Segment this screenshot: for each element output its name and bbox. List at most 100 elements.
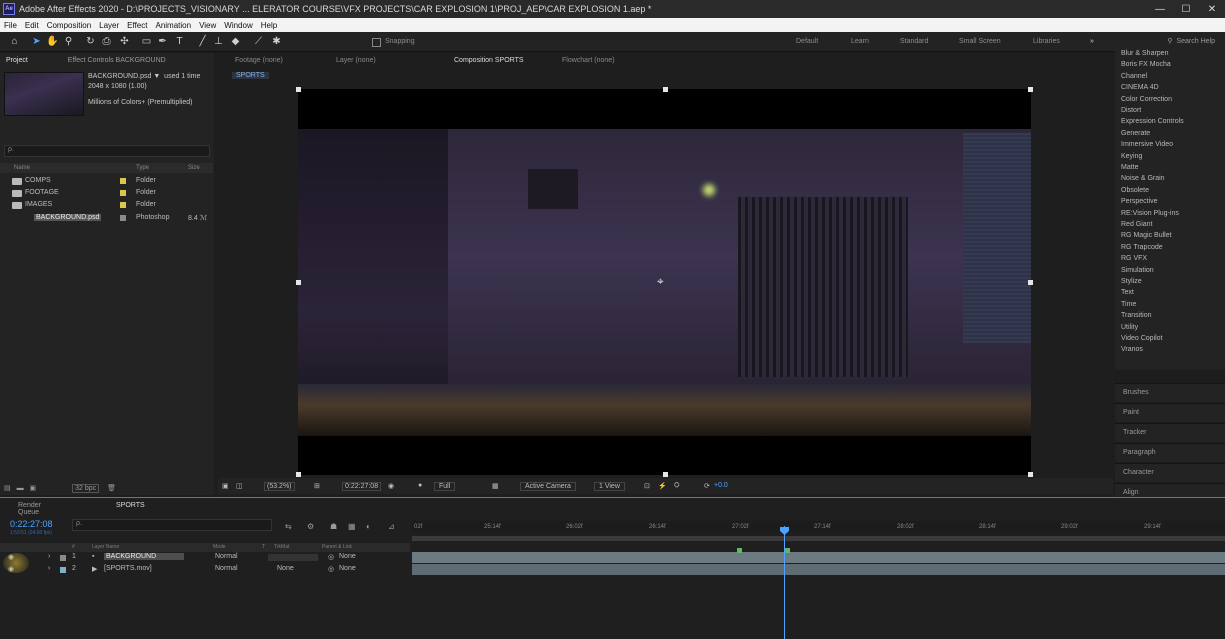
toggle-pixel-icon[interactable]: ⊡ — [644, 482, 650, 490]
menu-window[interactable]: Window — [220, 21, 256, 30]
effect-category[interactable]: Distort — [1121, 107, 1141, 114]
tab-effect-controls[interactable]: Effect Controls BACKGROUND — [62, 57, 172, 64]
effect-category[interactable]: Immersive Video — [1121, 141, 1173, 148]
column-parent[interactable]: Parent & Link — [322, 544, 352, 550]
tab-flowchart[interactable]: Flowchart (none) — [562, 57, 615, 64]
anchor-point-icon[interactable]: ⌖ — [657, 274, 664, 289]
effect-category[interactable]: Simulation — [1121, 267, 1154, 274]
shy-layers-icon[interactable]: ☗ — [330, 522, 337, 531]
composition-viewer[interactable] — [298, 89, 1031, 475]
effect-category[interactable]: Keying — [1121, 153, 1142, 160]
flowchart-icon[interactable]: ⛭ — [674, 482, 680, 490]
layer-bar-sports[interactable] — [412, 564, 1225, 575]
effect-category[interactable]: Perspective — [1121, 198, 1158, 205]
effect-category[interactable]: Blur & Sharpen — [1121, 50, 1168, 57]
pickwhip-icon[interactable]: ◎ — [328, 553, 334, 561]
bit-depth-button[interactable]: 32 bpc — [72, 484, 100, 493]
graph-editor-icon[interactable]: ⊿ — [388, 522, 395, 531]
zoom-tool-icon[interactable]: ⚲ — [62, 35, 75, 48]
menu-composition[interactable]: Composition — [43, 21, 95, 30]
draft-3d-icon[interactable]: ⚙ — [307, 522, 314, 531]
effect-category[interactable]: Red Giant — [1121, 221, 1153, 228]
home-icon[interactable]: ⌂ — [8, 35, 21, 48]
panel-character[interactable]: Character — [1115, 463, 1225, 482]
rectangle-tool-icon[interactable]: ▭ — [140, 35, 153, 48]
brush-tool-icon[interactable]: ╱ — [196, 35, 209, 48]
clone-stamp-tool-icon[interactable]: ⊥ — [212, 35, 225, 48]
expand-arrow-icon[interactable]: › — [48, 553, 50, 560]
eraser-tool-icon[interactable]: ◆ — [229, 35, 242, 48]
menu-animation[interactable]: Animation — [151, 21, 195, 30]
layer-row-background[interactable]: ◉ › 1 ▪ BACKGROUND Normal ◎ None — [0, 552, 410, 563]
work-area-bar[interactable] — [412, 536, 1225, 541]
effect-category[interactable]: Utility — [1121, 324, 1138, 331]
effect-category[interactable]: Expression Controls — [1121, 118, 1184, 125]
panel-brushes[interactable]: Brushes — [1115, 383, 1225, 402]
frame-blending-icon[interactable]: ▦ — [348, 522, 356, 531]
current-timecode[interactable]: 0:22:27:08 — [10, 519, 53, 529]
label-color-swatch[interactable] — [120, 190, 126, 196]
effect-category[interactable]: RG VFX — [1121, 255, 1147, 262]
time-ruler[interactable]: 02f 25:14f 26:02f 26:14f 27:02f 27:14f 2… — [412, 521, 1225, 533]
parent-dropdown[interactable]: None — [339, 553, 356, 560]
layer-name[interactable]: [SPORTS.mov] — [104, 565, 152, 572]
zoom-dropdown[interactable]: (53.2%) — [264, 482, 295, 491]
label-color-swatch[interactable] — [120, 178, 126, 184]
puppet-tool-icon[interactable]: ✱ — [270, 35, 283, 48]
new-composition-icon[interactable]: ▣ — [30, 485, 37, 492]
region-of-interest-icon[interactable]: ◫ — [236, 482, 243, 490]
column-size[interactable]: Size — [188, 165, 200, 171]
menu-file[interactable]: File — [0, 21, 21, 30]
panel-paragraph[interactable]: Paragraph — [1115, 443, 1225, 462]
label-color-swatch[interactable] — [120, 215, 126, 221]
fast-preview-icon[interactable]: ⚡ — [658, 482, 667, 490]
motion-blur-icon[interactable]: ◐ — [366, 522, 371, 531]
tab-sports-comp[interactable]: SPORTS — [116, 502, 145, 509]
column-name[interactable]: Name — [14, 165, 30, 171]
effect-category[interactable]: Time — [1121, 301, 1136, 308]
transform-handle[interactable] — [1028, 472, 1033, 477]
trkmat-dropdown[interactable] — [268, 554, 318, 561]
timeline-search-input[interactable]: ρ. — [72, 519, 272, 531]
project-search-input[interactable]: ρ. — [4, 145, 210, 157]
label-color-swatch[interactable] — [120, 202, 126, 208]
menu-layer[interactable]: Layer — [95, 21, 123, 30]
marker-icon[interactable] — [785, 548, 790, 553]
view-layout-dropdown[interactable]: 1 View — [594, 482, 625, 491]
pan-behind-tool-icon[interactable]: ✣ — [118, 35, 131, 48]
comp-mini-flowchart-icon[interactable]: ⇆ — [285, 522, 292, 531]
effect-category[interactable]: CINEMA 4D — [1121, 84, 1159, 91]
workspace-small-screen[interactable]: Small Screen — [959, 38, 1001, 45]
selected-item-name[interactable]: BACKGROUND.psd ▼ — [88, 73, 160, 80]
transform-handle[interactable] — [296, 280, 301, 285]
effect-category[interactable]: Generate — [1121, 130, 1150, 137]
layer-bar-background[interactable] — [412, 552, 1225, 563]
interpret-footage-icon[interactable]: ▤ — [4, 485, 11, 492]
exposure-value[interactable]: +0.0 — [714, 482, 728, 489]
transform-handle[interactable] — [1028, 87, 1033, 92]
snapshot-icon[interactable]: ◉ — [388, 482, 394, 490]
reset-exposure-icon[interactable]: ⟳ — [704, 482, 710, 490]
workspace-overflow[interactable]: » — [1090, 38, 1094, 45]
tab-composition[interactable]: Composition SPORTS — [454, 57, 524, 64]
trkmat-dropdown[interactable]: None — [277, 565, 294, 572]
close-button[interactable]: ✕ — [1199, 0, 1225, 18]
effect-category[interactable]: Stylize — [1121, 278, 1142, 285]
pickwhip-icon[interactable]: ◎ — [328, 565, 334, 573]
new-folder-icon[interactable]: ▬ — [17, 485, 24, 492]
column-trkmat[interactable]: TrkMat — [274, 544, 289, 550]
menu-edit[interactable]: Edit — [21, 21, 43, 30]
effect-category[interactable]: Text — [1121, 289, 1134, 296]
menu-effect[interactable]: Effect — [123, 21, 151, 30]
search-help-field[interactable]: Search Help — [1176, 38, 1215, 45]
effect-category[interactable]: RE:Vision Plug-ins — [1121, 210, 1179, 217]
always-preview-icon[interactable]: ▣ — [222, 482, 229, 490]
effect-category[interactable]: Noise & Grain — [1121, 175, 1165, 182]
selection-tool-icon[interactable]: ➤ — [30, 35, 43, 48]
effect-category[interactable]: Matte — [1121, 164, 1139, 171]
effect-category[interactable]: Obsolete — [1121, 187, 1149, 194]
layer-row-sports[interactable]: ◉ › 2 ▶ [SPORTS.mov] Normal None ◎ None — [0, 564, 410, 575]
effect-category[interactable]: RG Trapcode — [1121, 244, 1163, 251]
current-time-display[interactable]: 0:22:27:08 — [342, 482, 382, 491]
transform-handle[interactable] — [296, 472, 301, 477]
